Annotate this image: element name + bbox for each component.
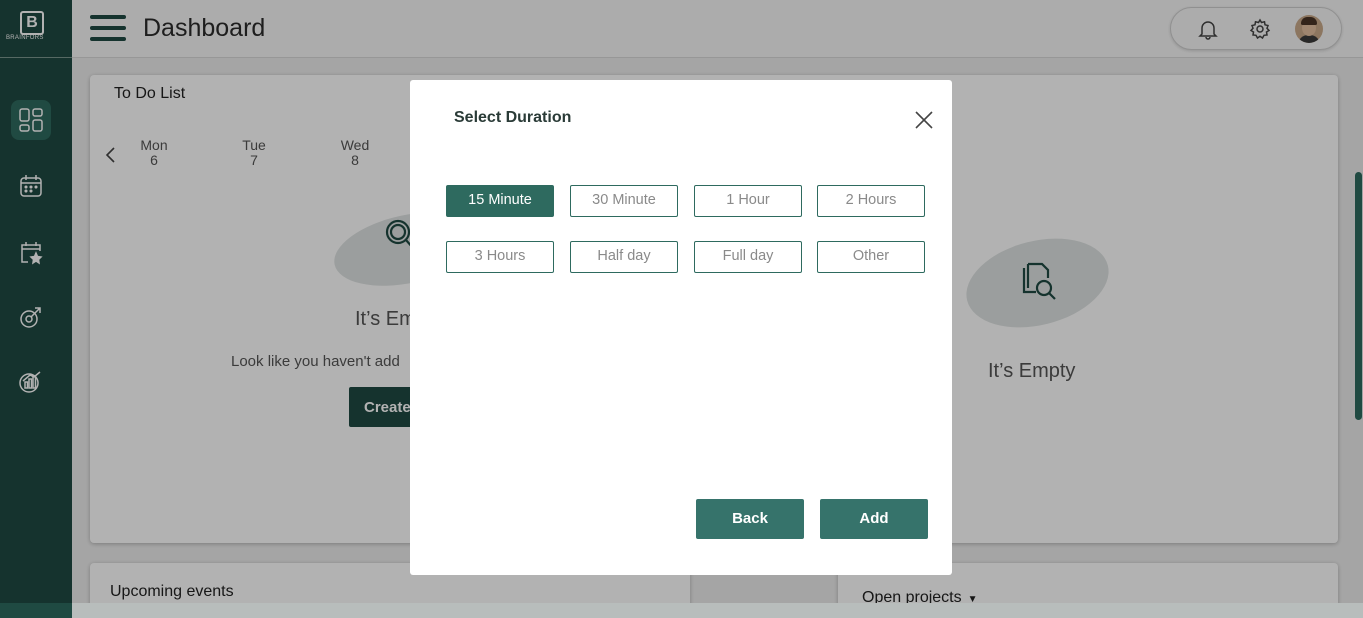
duration-option-full-day[interactable]: Full day — [694, 241, 802, 273]
duration-option-15-minute[interactable]: 15 Minute — [446, 185, 554, 217]
select-duration-dialog: Select Duration 15 Minute 30 Minute 1 Ho… — [410, 80, 952, 575]
close-icon — [915, 111, 933, 129]
duration-option-half-day[interactable]: Half day — [570, 241, 678, 273]
bottom-strip — [72, 603, 1363, 618]
duration-option-2-hours[interactable]: 2 Hours — [817, 185, 925, 217]
duration-option-3-hours[interactable]: 3 Hours — [446, 241, 554, 273]
add-button[interactable]: Add — [820, 499, 928, 539]
duration-option-other[interactable]: Other — [817, 241, 925, 273]
duration-option-30-minute[interactable]: 30 Minute — [570, 185, 678, 217]
duration-option-1-hour[interactable]: 1 Hour — [694, 185, 802, 217]
close-button[interactable] — [914, 110, 934, 130]
back-button[interactable]: Back — [696, 499, 804, 539]
dialog-title: Select Duration — [454, 109, 572, 126]
